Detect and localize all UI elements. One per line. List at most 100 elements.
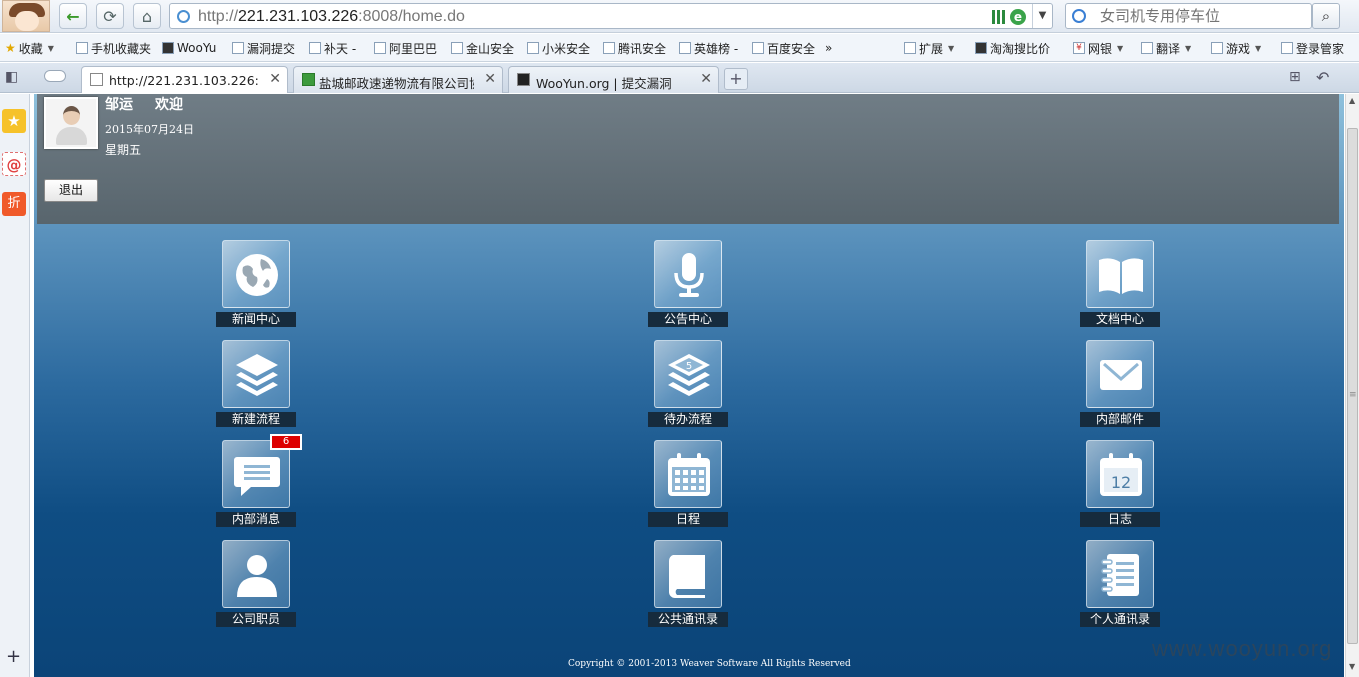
sidebar-toggle-icon[interactable]: ◧ [5, 69, 18, 85]
tile-personal-contacts[interactable]: 个人通讯录 [1080, 540, 1160, 630]
new-tab-button[interactable]: + [724, 68, 748, 90]
bookmark-item[interactable]: 小米安全 [527, 39, 590, 57]
page-icon [451, 42, 463, 54]
bookmark-item[interactable]: 百度安全 [752, 39, 815, 57]
favorites-star-icon[interactable]: ★ [2, 109, 26, 133]
bookmark-item[interactable]: 英雄榜 - [679, 39, 738, 57]
tile-label: 内部邮件 [1080, 412, 1160, 427]
bookmark-item[interactable]: 补天 - [309, 39, 356, 57]
scroll-thumb[interactable] [1347, 128, 1358, 644]
tile-new-workflow[interactable]: 新建流程 [216, 340, 296, 430]
grid-icon [904, 42, 916, 54]
home-button[interactable]: ⌂ [133, 3, 161, 29]
address-book-icon [668, 555, 705, 598]
cloud-icon[interactable] [44, 70, 66, 82]
add-icon[interactable]: + [6, 646, 21, 667]
mail-at-icon[interactable]: @ [2, 152, 26, 176]
tile-internal-mail[interactable]: 内部邮件 [1080, 340, 1160, 430]
tile-label: 公司职员 [216, 612, 296, 627]
tile-news-center[interactable]: 新闻中心 [216, 240, 296, 330]
tool-extensions[interactable]: 扩展 ▼ [904, 39, 954, 57]
tool-login-manager[interactable]: 登录管家 [1281, 39, 1344, 57]
notebook-icon [1101, 554, 1139, 596]
tile-log[interactable]: 12 日志 [1080, 440, 1160, 530]
tile-pending-workflow[interactable]: 5 待办流程 [648, 340, 728, 430]
bookmark-item[interactable]: 阿里巴巴 [374, 39, 437, 57]
svg-text:5: 5 [686, 361, 692, 372]
search-button[interactable]: ⌕ [1312, 3, 1340, 29]
calendar-day-icon: 12 [1100, 453, 1142, 496]
tile-company-staff[interactable]: 公司职员 [216, 540, 296, 630]
undo-close-icon[interactable]: ↶ [1316, 68, 1329, 87]
tab-postal[interactable]: 盐城邮政速递物流有限公司协 ✕ [293, 66, 503, 93]
wooyun-icon [517, 73, 530, 86]
close-icon[interactable]: ✕ [269, 71, 281, 87]
side-rail: ★ @ 折 + [0, 94, 30, 677]
search-input[interactable] [1100, 7, 1305, 25]
page-scrollbar[interactable]: ▲ ≡ ▼ [1345, 94, 1359, 677]
microphone-icon [674, 253, 704, 297]
tile-document-center[interactable]: 文档中心 [1080, 240, 1160, 330]
tile-notice-center[interactable]: 公告中心 [648, 240, 728, 330]
tile-public-contacts[interactable]: 公共通讯录 [648, 540, 728, 630]
ie-mode-icon[interactable]: e [1010, 9, 1026, 25]
phone-icon [76, 42, 88, 54]
qr-code-icon[interactable] [992, 10, 1006, 24]
user-name: 邹运 [105, 97, 133, 113]
bookmarks-bar: ★ 收藏 ▼ 手机收藏夹 WooYu 漏洞提交 补天 - 阿里巴巴 金山安全 小米安… [0, 34, 1359, 62]
tile-label: 待办流程 [648, 412, 728, 427]
discount-icon[interactable]: 折 [2, 192, 26, 216]
person-icon [237, 555, 277, 597]
chevron-down-icon: ▼ [47, 43, 54, 53]
tool-price-compare[interactable]: 淘淘搜比价 [975, 39, 1050, 57]
scroll-down-icon[interactable]: ▼ [1349, 662, 1355, 671]
address-bar[interactable]: http://221.231.103.226:8008/home.do e ▼ [169, 3, 1053, 29]
tile-label: 新闻中心 [216, 312, 296, 327]
chevron-down-icon: ▼ [1117, 43, 1124, 53]
restore-window-icon[interactable]: ⊞ [1289, 69, 1301, 85]
bookmark-item[interactable]: WooYu [162, 39, 216, 57]
scroll-up-icon[interactable]: ▲ [1349, 96, 1355, 105]
search-box [1065, 3, 1312, 29]
bookmark-item[interactable]: 手机收藏夹 [76, 39, 151, 57]
welcome-text: 欢迎 [155, 97, 183, 113]
tile-label: 日程 [648, 512, 728, 527]
page-icon [374, 42, 386, 54]
bookmark-item[interactable]: 腾讯安全 [603, 39, 666, 57]
grip-icon: ≡ [1349, 390, 1357, 400]
tab-bar: ◧ http://221.231.103.226:8008 ✕ 盐城邮政速递物流… [0, 63, 1359, 93]
tile-label: 公共通讯录 [648, 612, 728, 627]
current-weekday: 星期五 [105, 143, 142, 157]
bookmark-favorites[interactable]: ★ 收藏 ▼ [5, 39, 54, 57]
close-icon[interactable]: ✕ [484, 71, 496, 87]
tool-bank[interactable]: ¥ 网银 ▼ [1073, 39, 1123, 57]
back-button[interactable]: ← [59, 3, 87, 29]
tile-schedule[interactable]: 日程 [648, 440, 728, 530]
chevron-down-icon: ▼ [1185, 43, 1192, 53]
plus-icon: + [729, 69, 743, 88]
globe-icon [236, 254, 278, 296]
user-avatar[interactable] [2, 0, 50, 32]
key-icon [1281, 42, 1293, 54]
tool-games[interactable]: 游戏 ▼ [1211, 39, 1261, 57]
search-engine-icon[interactable] [1072, 9, 1086, 23]
refresh-button[interactable]: ⟳ [96, 3, 124, 29]
refresh-icon: ⟳ [103, 6, 117, 26]
chevron-down-icon: ▼ [1255, 43, 1262, 53]
tab-wooyun[interactable]: WooYun.org | 提交漏洞 ✕ [508, 66, 719, 93]
bookmark-item[interactable]: 金山安全 [451, 39, 514, 57]
address-dropdown-icon[interactable]: ▼ [1032, 4, 1052, 28]
bookmarks-overflow[interactable]: » [825, 39, 832, 57]
gear-icon [302, 73, 315, 86]
book-open-icon [1099, 258, 1143, 294]
tool-translate[interactable]: 翻译 ▼ [1141, 39, 1191, 57]
tab-current[interactable]: http://221.231.103.226:8008 ✕ [81, 66, 288, 93]
tile-internal-message[interactable]: 6 内部消息 [216, 434, 302, 530]
logout-button[interactable]: 退出 [44, 179, 98, 202]
close-icon[interactable]: ✕ [700, 71, 712, 87]
oa-home-page: 邹运 欢迎 2015年07月24日 星期五 退出 新闻中心 公告中心 文档中心 … [34, 94, 1344, 677]
currency-icon: ¥ [1073, 42, 1085, 54]
current-date: 2015年07月24日 [105, 123, 194, 136]
page-globe-icon [177, 10, 190, 23]
bookmark-item[interactable]: 漏洞提交 [232, 39, 295, 57]
